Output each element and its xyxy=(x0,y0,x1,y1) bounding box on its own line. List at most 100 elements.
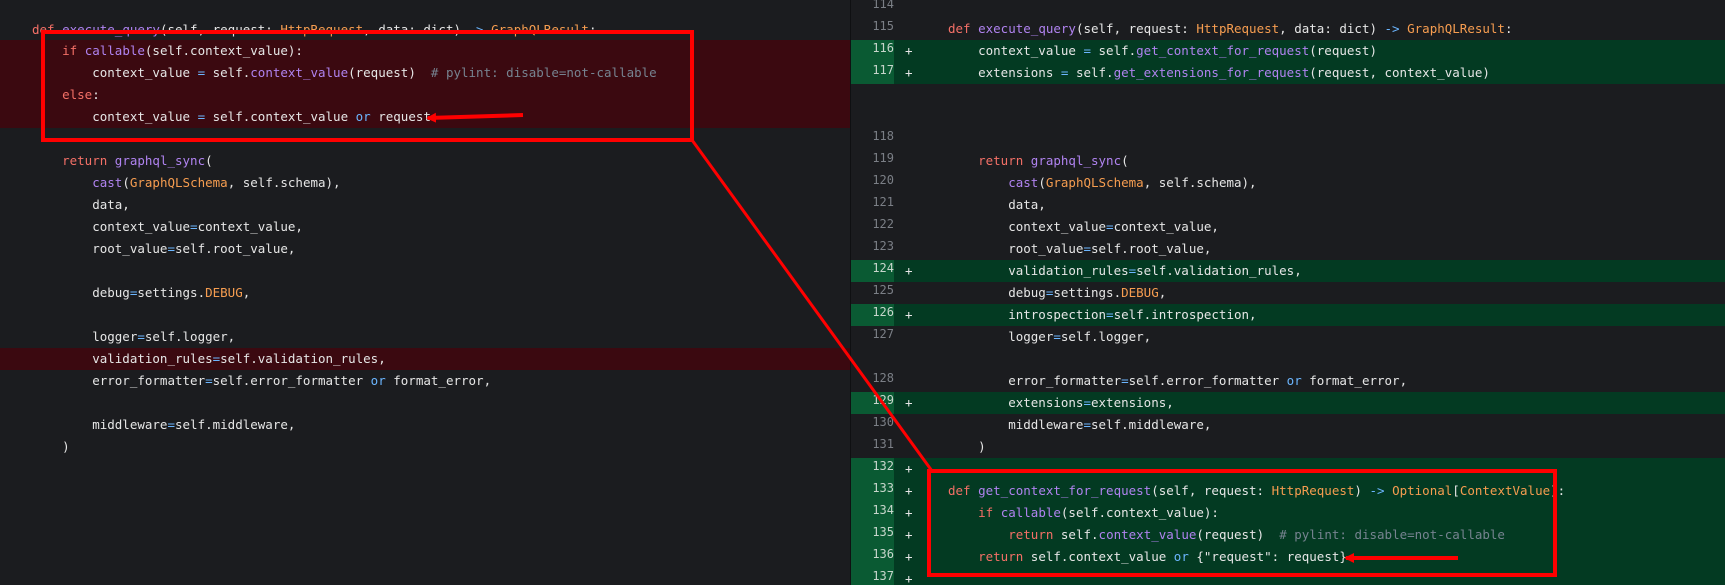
code-token: cast xyxy=(1008,175,1039,190)
code-token: context_value xyxy=(32,219,191,234)
diff-line[interactable]: 119 return graphql_sync( xyxy=(851,150,1725,172)
code-token: extensions xyxy=(948,65,1061,80)
diff-line[interactable]: data, xyxy=(0,194,851,216)
code-token: self.root_value, xyxy=(1091,241,1212,256)
diff-line[interactable]: 124 + validation_rules=self.validation_ru… xyxy=(851,260,1725,282)
code-token: error_formatter xyxy=(32,373,206,388)
code-token: # pylint: disable=not-callable xyxy=(430,65,657,80)
code-token: self.root_value, xyxy=(175,241,296,256)
code-token: = xyxy=(1083,43,1091,58)
diff-line[interactable]: 137 + xyxy=(851,568,1725,585)
diff-line[interactable]: ) xyxy=(0,436,851,458)
code-text: def execute_query(self, request: HttpReq… xyxy=(948,18,1512,40)
diff-line[interactable]: logger=self.logger, xyxy=(0,326,851,348)
diff-line[interactable]: 120 cast(GraphQLSchema, self.schema), xyxy=(851,172,1725,194)
code-token: data, xyxy=(32,197,130,212)
code-token: : xyxy=(1504,21,1513,36)
code-token: -> xyxy=(1384,21,1400,36)
code-token: or xyxy=(370,373,386,388)
diff-line[interactable]: else: xyxy=(0,84,851,106)
code-token: get_extensions_for_request xyxy=(1113,65,1310,80)
diff-line[interactable]: 122 context_value=context_value, xyxy=(851,216,1725,238)
diff-line[interactable]: 131 ) xyxy=(851,436,1725,458)
code-token: error_formatter xyxy=(948,373,1122,388)
code-token: graphql_sync xyxy=(114,153,206,168)
diff-line[interactable]: debug=settings.DEBUG, xyxy=(0,282,851,304)
diff-line[interactable]: 117 + extensions = self.get_extensions_fo… xyxy=(851,62,1725,84)
code-token: [ xyxy=(1452,483,1460,498)
line-number: 136 xyxy=(851,546,894,568)
diff-line[interactable]: 129 + extensions=extensions, xyxy=(851,392,1725,414)
code-token: or xyxy=(1286,373,1302,388)
code-token: Optional xyxy=(1384,483,1453,498)
diff-line[interactable]: 116 + context_value = self.get_context_fo… xyxy=(851,40,1725,62)
diff-line[interactable]: middleware=self.middleware, xyxy=(0,414,851,436)
diff-line[interactable]: 118 xyxy=(851,128,1725,150)
diff-line[interactable]: 128 error_formatter=self.error_formatter… xyxy=(851,370,1725,392)
diff-line[interactable]: cast(GraphQLSchema, self.schema), xyxy=(0,172,851,194)
code-token: GraphQLSchema xyxy=(129,175,228,190)
code-token: execute_query xyxy=(62,22,160,37)
diff-line[interactable]: 133 + def get_context_for_request(self, re… xyxy=(851,480,1725,502)
code-token: context_value xyxy=(948,43,1084,58)
code-token: self.error_formatter xyxy=(212,373,371,388)
diff-line[interactable]: 135 + return self.context_value(request) … xyxy=(851,524,1725,546)
diff-line[interactable]: error_formatter=self.error_formatter or … xyxy=(0,370,851,392)
code-token: self.context_value xyxy=(205,109,356,124)
code-token: validation_rules xyxy=(948,263,1129,278)
line-number: 134 xyxy=(851,502,894,524)
code-text: return self.context_value or {"request":… xyxy=(948,546,1347,568)
code-token: self.validation_rules, xyxy=(220,351,386,366)
diff-line[interactable]: return graphql_sync( xyxy=(0,150,851,172)
diff-line[interactable]: validation_rules=self.validation_rules, xyxy=(0,348,851,370)
diff-line[interactable]: 123 root_value=self.root_value, xyxy=(851,238,1725,260)
code-token: context_value xyxy=(32,109,198,124)
code-token: {"request": request} xyxy=(1188,549,1347,564)
diff-line[interactable]: 114 xyxy=(851,0,1725,18)
line-number: 126 xyxy=(851,304,894,326)
code-token: ) xyxy=(32,439,70,454)
line-number: 137 xyxy=(851,568,894,585)
code-text: context_value = self.context_value(reque… xyxy=(32,62,657,84)
diff-line[interactable]: root_value=self.root_value, xyxy=(0,238,851,260)
code-token: format_error, xyxy=(385,373,492,388)
diff-line[interactable]: def execute_query(self, request: HttpReq… xyxy=(0,19,851,41)
diff-line[interactable]: 130 middleware=self.middleware, xyxy=(851,414,1725,436)
code-token: HttpRequest xyxy=(280,22,364,37)
code-text: context_value=context_value, xyxy=(32,216,303,238)
diff-line[interactable]: context_value = self.context_value or re… xyxy=(0,106,851,128)
old-code-pane[interactable]: def execute_query(self, request: HttpReq… xyxy=(0,0,851,585)
diff-line[interactable]: 126 + introspection=self.introspection, xyxy=(851,304,1725,326)
new-code-pane[interactable]: 114 115 def execute_query(self, request: H… xyxy=(851,0,1725,585)
code-token: graphql_sync xyxy=(1030,153,1122,168)
line-number: 127 xyxy=(872,327,894,341)
code-token: data, xyxy=(948,197,1046,212)
diff-line[interactable]: 134 + if callable(self.context_value): xyxy=(851,502,1725,524)
line-number: 125 xyxy=(872,283,894,297)
code-token: -> xyxy=(1369,483,1385,498)
diff-line[interactable]: if callable(self.context_value): xyxy=(0,40,851,62)
diff-line[interactable]: 132 + xyxy=(851,458,1725,480)
diff-marker: + xyxy=(905,65,913,80)
diff-line[interactable]: 127 logger=self.logger, xyxy=(851,326,1725,348)
line-number: 122 xyxy=(872,217,894,231)
code-token: context_value, xyxy=(197,219,303,234)
line-number: 117 xyxy=(851,62,894,84)
line-number: 116 xyxy=(851,40,894,62)
code-token: self. xyxy=(1060,527,1099,542)
code-token: ( xyxy=(122,175,130,190)
code-text: logger=self.logger, xyxy=(948,326,1151,348)
code-token: introspection xyxy=(948,307,1107,322)
diff-line[interactable]: 125 debug=settings.DEBUG, xyxy=(851,282,1725,304)
code-token: def xyxy=(948,483,979,498)
code-token: format_error, xyxy=(1301,373,1408,388)
diff-line[interactable]: context_value = self.context_value(reque… xyxy=(0,62,851,84)
code-token: ) xyxy=(948,439,986,454)
diff-line[interactable]: 121 data, xyxy=(851,194,1725,216)
diff-line[interactable]: 115 def execute_query(self, request: Http… xyxy=(851,18,1725,40)
diff-line[interactable]: context_value=context_value, xyxy=(0,216,851,238)
diff-line[interactable]: 136 + return self.context_value or {"requ… xyxy=(851,546,1725,568)
code-text: root_value=self.root_value, xyxy=(948,238,1211,260)
diff-marker: + xyxy=(905,461,913,476)
